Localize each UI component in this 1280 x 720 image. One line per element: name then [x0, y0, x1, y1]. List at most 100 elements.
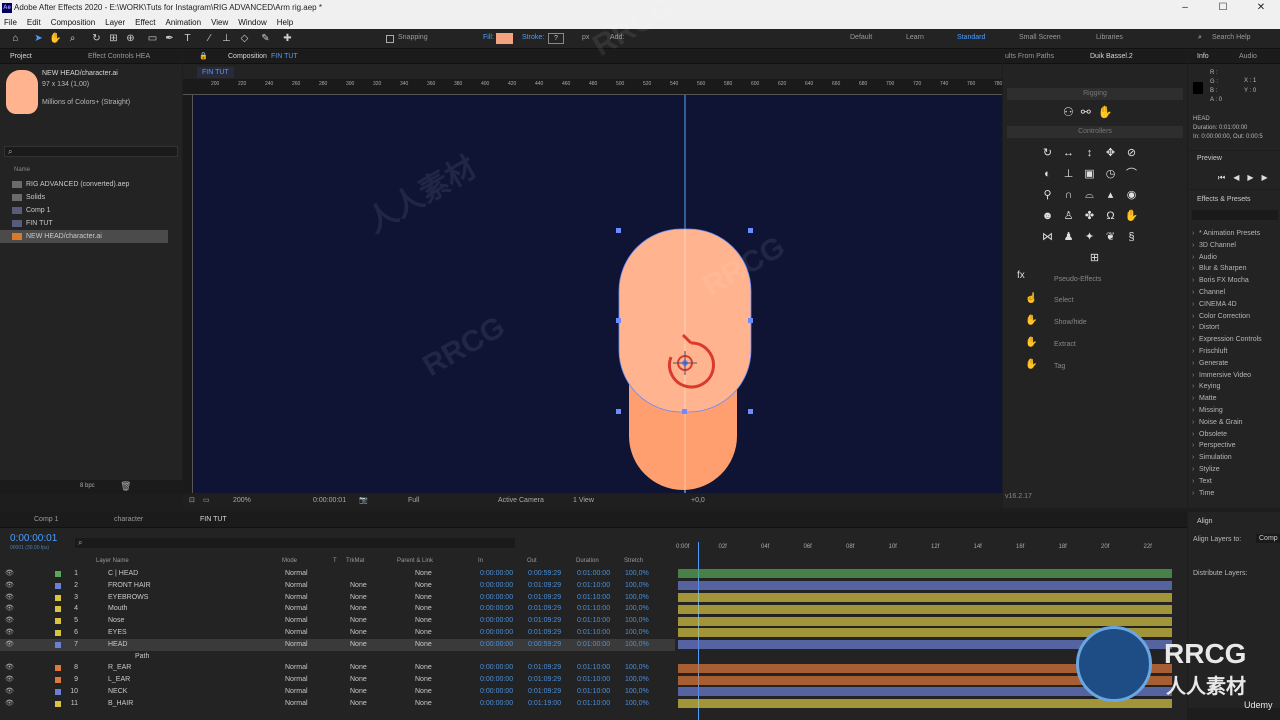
tag-button[interactable]: Tag — [1054, 363, 1065, 370]
snapshot-icon[interactable]: 📷 — [359, 494, 368, 508]
table-row[interactable]: 👁 11 B_HAIR Normal None None 0:00:00:00 0:01:19… — [0, 698, 675, 710]
square-controller-icon[interactable]: ▣ — [1082, 167, 1097, 182]
home-icon[interactable]: ⌂ — [9, 32, 22, 45]
fill-swatch[interactable] — [496, 33, 513, 44]
list-item[interactable]: FIN TUT — [0, 217, 182, 230]
visibility-toggle-icon[interactable]: 👁 — [5, 568, 14, 580]
align-to-dropdown[interactable]: Comp — [1256, 534, 1280, 543]
effects-search-input[interactable] — [1192, 210, 1278, 220]
vertical-controller-icon[interactable]: ↕ — [1082, 146, 1097, 161]
layer-mode[interactable]: Normal — [285, 674, 308, 686]
effect-category[interactable]: Time — [1191, 488, 1279, 500]
comp-breadcrumb[interactable]: FIN TUT — [197, 67, 234, 78]
effect-category[interactable]: Keying — [1191, 381, 1279, 393]
layer-parent[interactable]: None — [415, 592, 432, 604]
stroke-swatch[interactable]: ? — [548, 33, 564, 44]
menu-edit[interactable]: Edit — [27, 16, 41, 29]
effect-category[interactable]: Simulation — [1191, 452, 1279, 464]
layer-label-color[interactable] — [55, 618, 61, 625]
pen-tool-icon[interactable]: ✒ — [163, 32, 176, 45]
close-icon[interactable]: ✕ — [1242, 0, 1280, 16]
time-ruler[interactable]: 0:00f 02f 04f 06f 08f 10f 12f 14f 16f 18f 20f 22f — [676, 542, 1174, 556]
layer-label-color[interactable] — [55, 641, 61, 648]
col-duration[interactable]: Duration — [576, 558, 599, 564]
tab-fin-tut[interactable]: FIN TUT — [200, 512, 227, 528]
effect-category[interactable]: Immersive Video — [1191, 370, 1279, 382]
resolution-dropdown[interactable]: Full — [408, 494, 419, 508]
eyebrow-controller-icon[interactable]: ⌒ — [1124, 167, 1139, 182]
layer-mode[interactable]: Normal — [285, 615, 308, 627]
menu-help[interactable]: Help — [277, 16, 293, 29]
effect-category[interactable]: Perspective — [1191, 440, 1279, 452]
layer-mode[interactable]: Normal — [285, 568, 308, 580]
layer-mode[interactable]: Normal — [285, 639, 308, 651]
skull-controller-icon[interactable]: ☻ — [1040, 209, 1055, 224]
camera-controller-icon[interactable]: ◐ — [1040, 167, 1055, 182]
effect-category[interactable]: CINEMA 4D — [1191, 299, 1279, 311]
effect-category[interactable]: Distort — [1191, 322, 1279, 334]
hand-tool-icon[interactable]: ✋ — [49, 32, 62, 45]
layer-duration-bar[interactable] — [678, 604, 1172, 614]
layer-parent[interactable]: None — [415, 603, 432, 615]
visibility-toggle-icon[interactable]: 👁 — [5, 698, 14, 710]
table-row[interactable]: 👁 3 EYEBROWS Normal None None 0:00:00:00 0:01:0… — [0, 592, 675, 604]
layer-mode[interactable]: Normal — [285, 686, 308, 698]
menu-effect[interactable]: Effect — [135, 16, 155, 29]
menu-composition[interactable]: Composition — [51, 16, 95, 29]
pseudo-effects-button[interactable]: Pseudo-Effects — [1054, 276, 1101, 283]
effect-category[interactable]: Noise & Grain — [1191, 417, 1279, 429]
visibility-toggle-icon[interactable]: 👁 — [5, 627, 14, 639]
trash-icon[interactable]: 🗑 — [120, 481, 131, 492]
layer-trk[interactable]: None — [350, 592, 367, 604]
layer-duration-bar[interactable] — [678, 569, 1172, 579]
effect-category[interactable]: Audio — [1191, 252, 1279, 264]
monitor-icon[interactable]: ▭ — [203, 494, 210, 508]
layer-label-color[interactable] — [55, 689, 61, 695]
layer-label-color[interactable] — [55, 582, 61, 589]
layer-trk[interactable]: None — [350, 662, 367, 674]
visibility-toggle-icon[interactable]: 👁 — [5, 603, 14, 615]
ear-controller-icon[interactable]: ∩ — [1061, 188, 1076, 203]
layer-mode[interactable]: Normal — [285, 580, 308, 592]
list-item[interactable]: NEW HEAD/character.ai — [0, 230, 168, 243]
col-layer-name[interactable]: Layer Name — [96, 558, 129, 564]
visibility-toggle-icon[interactable]: 👁 — [5, 686, 14, 698]
table-row[interactable]: 👁 8 R_EAR Normal None None 0:00:00:00 0:01:09:2… — [0, 662, 675, 674]
layer-name[interactable]: FRONT HAIR — [108, 580, 151, 592]
timeline-current-time[interactable]: 0:00:00:01 — [10, 533, 57, 544]
layer-parent[interactable]: None — [415, 639, 432, 651]
layer-duration-bar[interactable] — [678, 581, 1172, 591]
canvas-artwork[interactable] — [183, 95, 1002, 493]
visibility-toggle-icon[interactable]: 👁 — [5, 615, 14, 627]
maximize-icon[interactable]: ☐ — [1204, 0, 1242, 16]
nose-controller-icon[interactable]: ▴ — [1103, 188, 1118, 203]
tab-effect-controls[interactable]: Effect Controls HEA — [88, 50, 150, 64]
slider-controller-icon[interactable]: ⊥ — [1061, 167, 1076, 182]
layer-parent[interactable]: None — [415, 615, 432, 627]
workspace-default[interactable]: Default — [850, 34, 872, 41]
col-out[interactable]: Out — [527, 558, 537, 564]
layer-parent[interactable]: None — [415, 568, 432, 580]
table-row[interactable]: 👁 9 L_EAR Normal None None 0:00:00:00 0:01:09:2… — [0, 674, 675, 686]
effect-category[interactable]: Stylize — [1191, 464, 1279, 476]
table-row[interactable]: 👁 6 EYES Normal None None 0:00:00:00 0:01:09:29… — [0, 627, 675, 639]
effect-category[interactable]: Generate — [1191, 358, 1279, 370]
table-row[interactable]: 👁 2 FRONT HAIR Normal None None 0:00:00:00 0:01… — [0, 580, 675, 592]
camera-dropdown[interactable]: Active Camera — [498, 494, 544, 508]
layer-label-color[interactable] — [55, 630, 61, 636]
effect-category[interactable]: Expression Controls — [1191, 334, 1279, 346]
layer-parent[interactable]: None — [415, 662, 432, 674]
table-row[interactable]: 👁 1 C | HEAD Normal None 0:00:00:00 0:00:59:29… — [0, 568, 675, 580]
null-controller-icon[interactable]: ⊞ — [1087, 251, 1102, 266]
layer-name[interactable]: L_EAR — [108, 674, 130, 686]
timeline-search-input[interactable]: ⌕ — [75, 538, 515, 548]
search-icon[interactable]: ⌕ — [1198, 34, 1202, 42]
layer-duration-bar[interactable] — [678, 593, 1172, 602]
pan-behind-tool-icon[interactable]: ⊕ — [124, 32, 137, 45]
bounding-handle[interactable] — [748, 228, 753, 233]
selection-tool-icon[interactable]: ➤ — [32, 32, 45, 45]
col-trkmat[interactable]: TrkMat — [346, 558, 364, 564]
bounding-handle[interactable] — [616, 409, 621, 414]
layer-label-color[interactable] — [55, 700, 61, 707]
tab-character[interactable]: character — [114, 512, 143, 528]
